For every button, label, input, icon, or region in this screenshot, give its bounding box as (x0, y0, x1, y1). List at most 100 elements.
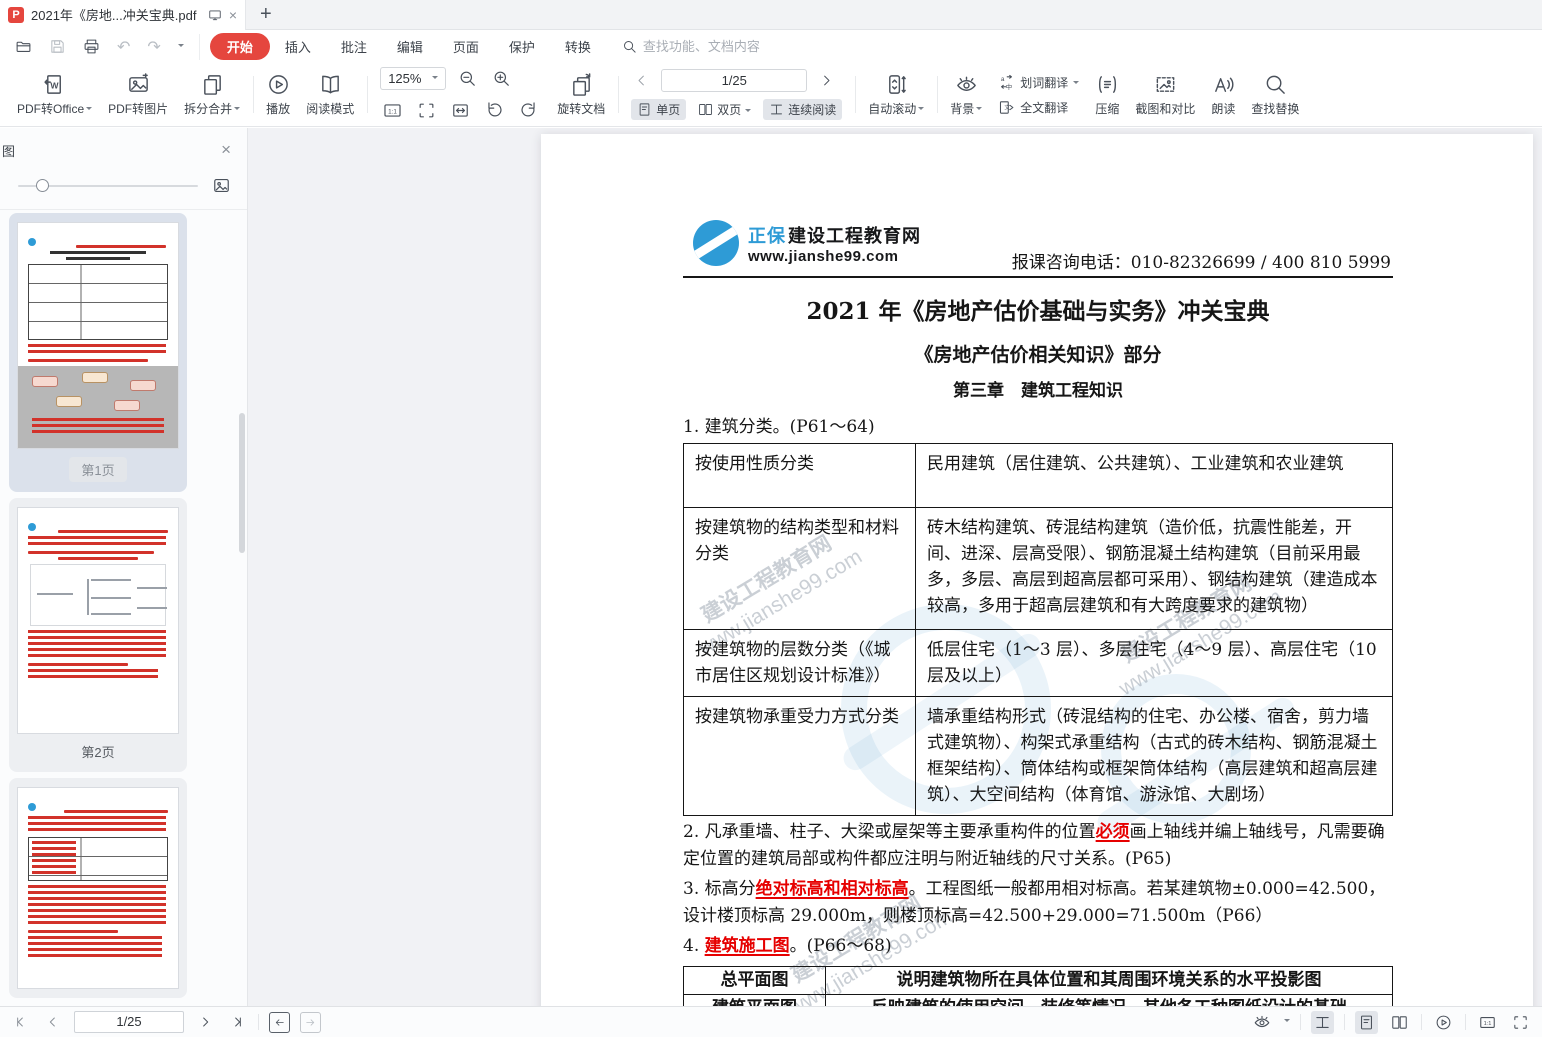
page-indicator-input[interactable]: 1/25 (74, 1011, 184, 1033)
background-button[interactable] (1250, 1010, 1274, 1034)
pdf-to-office-label: PDF转Office (17, 100, 84, 117)
open-file-icon[interactable] (12, 35, 35, 58)
pdf-page: 建设工程教育网www.jianshe99.com 建设工程教育网www.jian… (541, 134, 1533, 1006)
actual-size-button[interactable]: 1:1 (1476, 1011, 1499, 1034)
reading-mode-button[interactable]: 阅读模式 (306, 73, 354, 117)
table-cell: 按使用性质分类 (684, 444, 916, 508)
thumbnail-page-1[interactable]: 第1页 (9, 213, 187, 492)
table-row: 按建筑物的层数分类（《城市居住区规划设计标准》） 低层住宅（1～3 层）、多层住… (684, 630, 1393, 697)
fit-page-button[interactable] (1509, 1011, 1532, 1034)
redo-icon[interactable]: ↷ (144, 34, 163, 60)
rotate-left-icon[interactable] (482, 98, 507, 123)
rotate-document-button[interactable]: 旋转文档 (557, 73, 605, 117)
continuous-reading-toggle[interactable]: 连续阅读 (763, 99, 842, 120)
previous-page-icon[interactable] (631, 70, 652, 91)
thumbnail-page-3[interactable] (9, 778, 187, 998)
document-header: 正保建设工程教育网 www.jianshe99.com 报课咨询电话：010-8… (683, 134, 1393, 278)
brand-name: 建设工程教育网 (788, 226, 921, 246)
fit-width-icon[interactable] (448, 98, 473, 123)
table-cell: 总平面图 (684, 967, 826, 995)
auto-scroll-button[interactable]: 自动滚动 (868, 73, 924, 117)
play-button[interactable]: 播放 (266, 73, 290, 117)
chevron-down-icon (1073, 81, 1079, 87)
double-page-label: 双页 (717, 101, 741, 118)
find-replace-label: 查找替换 (1251, 100, 1299, 117)
menu-page[interactable]: 页面 (438, 33, 494, 60)
double-page-icon (698, 102, 713, 117)
double-page-toggle[interactable] (1388, 1011, 1411, 1034)
pdf-file-icon: P (8, 7, 24, 23)
background-button[interactable]: 背景 (950, 73, 982, 117)
single-page-toggle[interactable]: 单页 (631, 99, 686, 120)
slider-knob[interactable] (36, 179, 49, 192)
rotate-right-icon[interactable] (516, 98, 541, 123)
new-tab-button[interactable]: + (260, 3, 272, 26)
brand-logo: 正保建设工程教育网 www.jianshe99.com (693, 220, 921, 266)
pdf-to-image-button[interactable]: PDF转图片 (108, 73, 168, 117)
page-indicator-input[interactable]: 1/25 (661, 69, 807, 92)
chapter-heading: 第三章 建筑工程知识 (683, 376, 1393, 401)
single-page-toggle[interactable] (1355, 1011, 1378, 1034)
full-translate-button[interactable]: 文 全文翻译 (998, 99, 1079, 116)
thumbnail-page-2-label[interactable]: 第2页 (81, 745, 114, 760)
first-page-icon[interactable] (10, 1011, 32, 1033)
panel-close-icon[interactable]: × (221, 140, 231, 160)
auto-scroll-icon (885, 73, 908, 96)
compress-button[interactable]: 压缩 (1095, 73, 1119, 117)
pdf-to-office-button[interactable]: W PDF转Office (17, 73, 92, 117)
screenshot-compare-button[interactable]: 截图和对比 (1135, 73, 1195, 117)
read-aloud-button[interactable]: 朗读 (1211, 73, 1235, 117)
search-input[interactable] (643, 39, 793, 54)
zoom-out-icon[interactable] (455, 66, 480, 91)
find-replace-button[interactable]: 查找替换 (1251, 73, 1299, 117)
menu-protect[interactable]: 保护 (494, 33, 550, 60)
thumbnail-page-2[interactable]: 第2页 (9, 498, 187, 772)
menu-start[interactable]: 开始 (210, 33, 270, 60)
paragraph-4: 4. 建筑施工图。(P66～68) (683, 933, 1393, 960)
table-cell: 砖木结构建筑、砖混结构建筑（造价低，抗震性能差，开间、进深、层高受限）、钢筋混凝… (916, 508, 1393, 630)
document-tab[interactable]: P 2021年《房地...冲关宝典.pdf × (0, 0, 246, 30)
document-area[interactable]: 建设工程教育网www.jianshe99.com 建设工程教育网www.jian… (248, 128, 1542, 1006)
next-page-icon[interactable] (194, 1011, 216, 1033)
thumbnail-size-slider[interactable] (18, 185, 198, 187)
svg-text:a: a (1001, 76, 1005, 83)
sidebar-scrollbar[interactable] (239, 413, 245, 553)
document-title: 2021 年《房地产估价基础与实务》冲关宝典 (683, 292, 1393, 326)
view-back-button[interactable] (269, 1012, 290, 1033)
table-cell: 反映建筑的使用空间、装修等情况，其他各工种图纸设计的基础 (826, 995, 1393, 1007)
search-box[interactable] (622, 39, 793, 54)
continuous-reading-toggle[interactable] (1311, 1011, 1334, 1034)
split-merge-button[interactable]: 拆分合并 (184, 73, 240, 117)
thumbnail-view-icon[interactable] (212, 176, 231, 195)
play-button[interactable] (1432, 1011, 1455, 1034)
double-page-toggle[interactable]: 双页 (692, 99, 757, 120)
thumb-decor (28, 551, 154, 554)
thumb-decor (28, 669, 158, 681)
menu-insert[interactable]: 插入 (270, 33, 326, 60)
window-tab-bar: P 2021年《房地...冲关宝典.pdf × + (0, 0, 1542, 30)
monitor-icon[interactable] (208, 8, 222, 22)
menu-edit[interactable]: 编辑 (382, 33, 438, 60)
undo-icon[interactable]: ↶ (114, 34, 133, 60)
single-page-icon (1358, 1014, 1375, 1031)
zoom-level-select[interactable]: 125% (380, 67, 446, 90)
menu-convert[interactable]: 转换 (550, 33, 606, 60)
svg-text:W: W (50, 80, 59, 90)
save-icon[interactable] (46, 35, 69, 58)
last-page-icon[interactable] (226, 1011, 248, 1033)
print-icon[interactable] (80, 35, 103, 58)
word-translate-button[interactable]: a中 划词翻译 (998, 74, 1079, 91)
previous-page-icon[interactable] (42, 1011, 64, 1033)
customize-toolbar-caret-icon[interactable] (175, 41, 187, 53)
table-cell: 说明建筑物所在具体位置和其周围环境关系的水平投影图 (826, 967, 1393, 995)
thumb-diagram (30, 564, 166, 626)
svg-text:1:1: 1:1 (388, 108, 397, 115)
next-page-icon[interactable] (816, 70, 837, 91)
zoom-in-icon[interactable] (489, 66, 514, 91)
view-forward-button[interactable] (300, 1012, 321, 1033)
close-tab-icon[interactable]: × (229, 8, 237, 22)
menu-comment[interactable]: 批注 (326, 33, 382, 60)
actual-size-icon[interactable]: 1:1 (380, 98, 405, 123)
fit-page-icon[interactable] (414, 98, 439, 123)
thumbnail-page-1-label[interactable]: 第1页 (69, 457, 126, 482)
